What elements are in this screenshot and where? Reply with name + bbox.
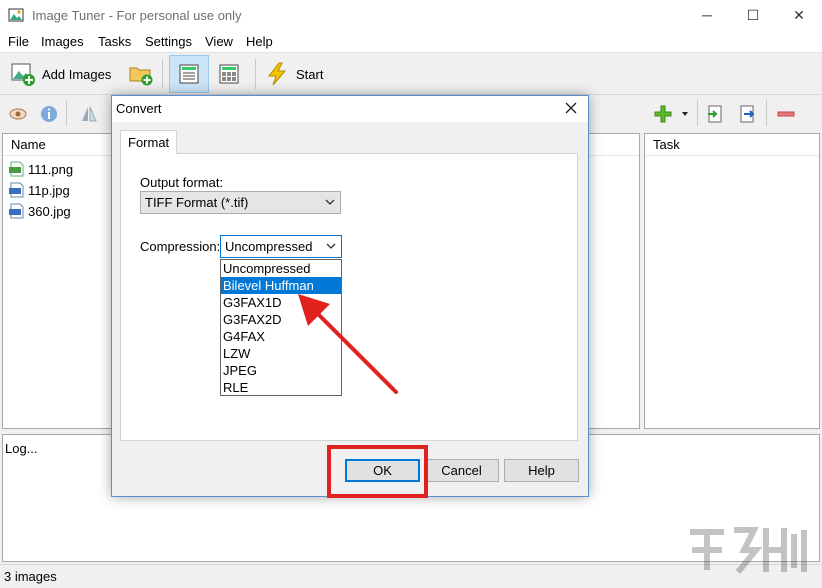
image-count: 3 images xyxy=(4,569,57,584)
info-icon[interactable] xyxy=(40,105,58,123)
close-window-button[interactable]: ✕ xyxy=(776,0,822,31)
watermark-logo xyxy=(690,527,807,574)
cancel-button[interactable]: Cancel xyxy=(424,459,499,482)
window-title: Image Tuner - For personal use only xyxy=(32,8,242,23)
file-row[interactable]: 111.png xyxy=(9,159,73,179)
compression-dropdown-list: Uncompressed Bilevel Huffman G3FAX1D G3F… xyxy=(220,259,342,396)
dialog-title-bar: Convert xyxy=(112,96,588,122)
compression-option[interactable]: G3FAX2D xyxy=(221,311,341,328)
menu-file[interactable]: File xyxy=(8,34,29,49)
minimize-button[interactable]: ─ xyxy=(684,0,730,31)
output-format-label: Output format: xyxy=(140,175,224,190)
add-folder-icon xyxy=(129,67,153,86)
remove-task-icon[interactable] xyxy=(777,105,795,123)
start-label: Start xyxy=(296,66,324,82)
toolbar-separator xyxy=(766,100,767,126)
file-row[interactable]: 360.jpg xyxy=(9,201,71,221)
output-format-value: TIFF Format (*.tif) xyxy=(145,195,249,210)
chevron-down-icon xyxy=(326,243,336,249)
compression-option[interactable]: LZW xyxy=(221,345,341,362)
maximize-button[interactable]: ☐ xyxy=(730,0,776,31)
add-images-icon xyxy=(11,63,35,86)
log-text: Log... xyxy=(5,441,38,456)
flip-icon[interactable] xyxy=(80,105,98,123)
jpg-file-icon xyxy=(9,203,24,219)
toolbar-separator xyxy=(66,100,67,126)
menu-bar: File Images Tasks Settings View Help xyxy=(0,31,822,53)
column-header-task[interactable]: Task xyxy=(645,134,819,156)
png-file-icon xyxy=(9,161,24,177)
dialog-title: Convert xyxy=(116,101,162,116)
export-task-icon[interactable] xyxy=(738,105,756,123)
file-row[interactable]: 11p.jpg xyxy=(9,180,70,200)
main-toolbar: Add Images Start xyxy=(0,53,822,95)
ok-button[interactable]: OK xyxy=(345,459,420,482)
menu-tasks[interactable]: Tasks xyxy=(98,34,131,49)
details-view-button[interactable] xyxy=(169,55,209,93)
file-name: 111.png xyxy=(28,161,74,177)
list-view-icon xyxy=(179,64,199,84)
chevron-down-icon xyxy=(325,199,335,205)
menu-help[interactable]: Help xyxy=(246,34,273,49)
title-bar: Image Tuner - For personal use only ─ ☐ … xyxy=(0,0,822,31)
file-name: 360.jpg xyxy=(28,203,71,219)
add-folder-button[interactable] xyxy=(128,55,154,93)
compression-value: Uncompressed xyxy=(225,239,313,254)
tab-format[interactable]: Format xyxy=(120,130,177,154)
toolbar-separator xyxy=(162,59,163,89)
output-format-select[interactable]: TIFF Format (*.tif) xyxy=(140,191,341,214)
menu-settings[interactable]: Settings xyxy=(145,34,192,49)
add-images-label: Add Images xyxy=(42,66,112,82)
add-task-icon[interactable] xyxy=(654,105,672,123)
toolbar-separator xyxy=(697,100,698,126)
grid-view-icon xyxy=(219,64,239,84)
thumbnail-view-button[interactable] xyxy=(209,55,249,93)
compression-option[interactable]: RLE xyxy=(221,379,341,396)
convert-dialog: Convert Format Output format: TIFF Forma… xyxy=(111,95,589,497)
tasks-panel: Task xyxy=(644,133,820,429)
menu-images[interactable]: Images xyxy=(41,34,84,49)
lightning-icon xyxy=(267,62,287,86)
close-icon xyxy=(565,102,577,114)
jpg-file-icon xyxy=(9,182,24,198)
help-button[interactable]: Help xyxy=(504,459,579,482)
compression-option[interactable]: Uncompressed xyxy=(221,260,341,277)
eye-icon[interactable] xyxy=(9,105,27,123)
app-icon xyxy=(8,8,24,22)
add-images-button[interactable]: Add Images xyxy=(10,55,111,93)
dialog-close-button[interactable] xyxy=(560,98,582,120)
compression-label: Compression: xyxy=(140,239,221,254)
toolbar-separator xyxy=(255,59,256,89)
compression-option[interactable]: JPEG xyxy=(221,362,341,379)
chevron-down-icon[interactable] xyxy=(680,105,690,123)
import-task-icon[interactable] xyxy=(706,105,724,123)
file-name: 11p.jpg xyxy=(28,182,70,198)
menu-view[interactable]: View xyxy=(205,34,233,49)
compression-option[interactable]: G4FAX xyxy=(221,328,341,345)
compression-option-highlighted[interactable]: Bilevel Huffman xyxy=(221,277,341,294)
compression-option[interactable]: G3FAX1D xyxy=(221,294,341,311)
start-button[interactable]: Start xyxy=(264,55,323,93)
compression-select[interactable]: Uncompressed xyxy=(220,235,342,258)
